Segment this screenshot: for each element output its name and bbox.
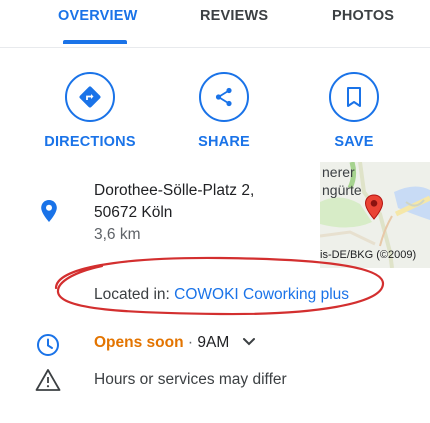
tab-reviews[interactable]: REVIEWS [200, 8, 268, 24]
map-label-bottom: ngürte [322, 182, 362, 198]
hours-row[interactable]: Opens soon · 9AM [94, 334, 256, 352]
directions-icon [65, 72, 115, 122]
share-label: SHARE [198, 134, 250, 150]
hours-separator: · [183, 334, 198, 352]
directions-button[interactable]: DIRECTIONS [35, 72, 145, 150]
opens-soon-status: Opens soon [94, 334, 184, 352]
share-icon [199, 72, 249, 122]
location-pin-icon [36, 196, 62, 226]
opening-time: 9AM [197, 334, 230, 352]
address-block[interactable]: Dorothee-Sölle-Platz 2, 50672 Köln 3,6 k… [94, 180, 254, 246]
address-line-1: Dorothee-Sölle-Platz 2, [94, 182, 255, 199]
tab-photos[interactable]: PHOTOS [332, 8, 394, 24]
spacer [0, 323, 430, 324]
address-line-2: 50672 Köln [94, 204, 173, 221]
red-annotation-oval [54, 256, 385, 316]
distance-text: 3,6 km [94, 226, 141, 243]
chevron-down-icon[interactable] [242, 334, 256, 352]
share-button[interactable]: SHARE [169, 72, 279, 150]
save-button[interactable]: SAVE [299, 72, 409, 150]
hours-notice: Hours or services may differ [94, 371, 287, 388]
map-marker-icon [364, 194, 384, 225]
bookmark-icon [329, 72, 379, 122]
warning-icon [34, 367, 62, 393]
directions-label: DIRECTIONS [44, 134, 136, 150]
clock-icon [34, 331, 62, 359]
tab-bar: OVERVIEW REVIEWS PHOTOS [0, 0, 430, 48]
tab-overview[interactable]: OVERVIEW [58, 8, 138, 24]
active-tab-indicator [63, 40, 127, 44]
save-label: SAVE [334, 134, 374, 150]
map-label-top: nerer [322, 164, 355, 180]
